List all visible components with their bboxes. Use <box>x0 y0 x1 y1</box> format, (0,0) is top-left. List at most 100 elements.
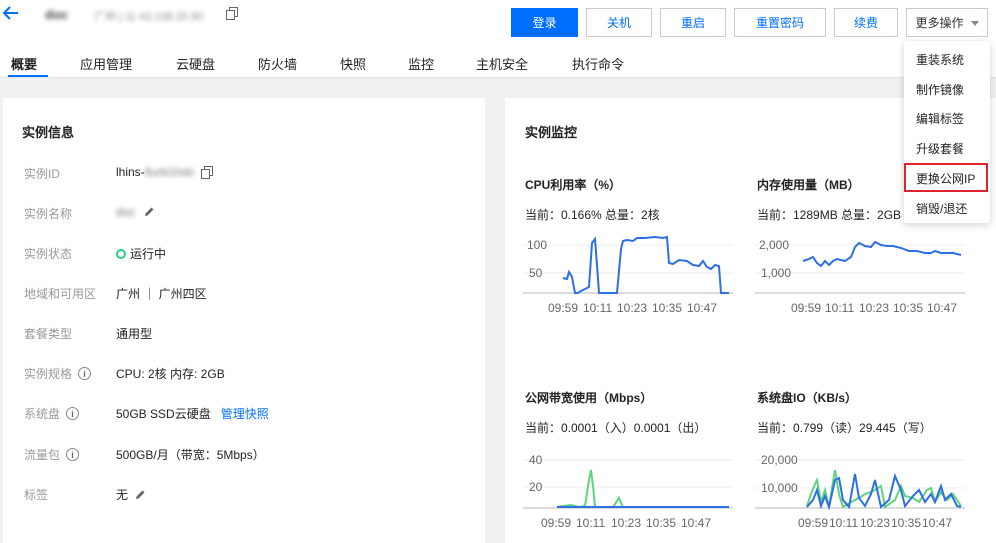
bandwidth-chart-current: 当前：0.0001（入）0.0001（出） <box>525 421 707 435</box>
cpu-tick-100: 100 <box>527 238 547 252</box>
info-value-region: 广州 ｜ 广州四区 <box>116 287 207 301</box>
info-value-traffic: 500GB/月（带宽：5Mbps） <box>116 448 265 462</box>
instance-info-title: 实例信息 <box>22 125 75 140</box>
cpu-x-1035: 10:35 <box>652 301 682 315</box>
system-disk-value: 50GB SSD云硬盘 <box>116 407 211 421</box>
cpu-tick-50: 50 <box>529 266 543 280</box>
bandwidth-chart-title: 公网带宽使用（Mbps） <box>525 391 653 405</box>
tab-snapshot[interactable]: 快照 <box>340 54 366 73</box>
info-value-system-disk: 50GB SSD云硬盘 管理快照 <box>116 405 269 422</box>
disk-io-chart-title: 系统盘IO（KB/s） <box>757 391 858 405</box>
tab-overview[interactable]: 概要 <box>11 54 37 73</box>
tab-monitor[interactable]: 监控 <box>408 54 434 73</box>
disk-io-x-0959: 09:59 <box>798 516 828 530</box>
reset-password-button[interactable]: 重置密码 <box>734 8 826 37</box>
disk-io-chart: 20,000 10,000 09:59 10:11 10:23 10:35 10… <box>755 453 965 530</box>
tab-run-command[interactable]: 执行命令 <box>572 54 624 73</box>
info-value-spec: CPU: 2核 内存: 2GB <box>116 367 225 381</box>
instance-monitor-title: 实例监控 <box>525 125 578 140</box>
copy-icon[interactable] <box>226 7 238 20</box>
menu-item-upgrade-plan[interactable]: 升级套餐 <box>916 140 964 157</box>
info-icon[interactable]: i <box>66 448 80 461</box>
info-label-system-disk: 系统盘 i <box>24 405 80 422</box>
instance-name: doc <box>45 7 69 22</box>
more-actions-menu: 重装系统 制作镜像 编辑标签 升级套餐 更换公网IP 销毁/退还 <box>904 41 990 223</box>
info-label-region: 地域和可用区 <box>24 287 97 301</box>
menu-item-create-image[interactable]: 制作镜像 <box>916 81 964 98</box>
shutdown-button[interactable]: 关机 <box>586 8 652 37</box>
menu-item-edit-tags[interactable]: 编辑标签 <box>916 110 964 127</box>
instance-info-card: 实例信息 实例ID lhins- 6urb1hdc 实例名称 doc 实例状态 … <box>3 98 485 543</box>
bandwidth-x-0959: 09:59 <box>541 516 571 530</box>
chevron-down-icon <box>970 21 979 26</box>
memory-chart-title: 内存使用量（MB） <box>757 178 860 192</box>
instance-name-value: doc <box>116 205 136 219</box>
info-value-tags: 无 <box>116 486 146 503</box>
menu-item-destroy-return[interactable]: 销毁/退还 <box>916 200 967 217</box>
info-label-status: 实例状态 <box>24 247 73 261</box>
disk-io-tick-10000: 10,000 <box>761 481 798 495</box>
edit-icon[interactable] <box>143 206 155 218</box>
cpu-x-1047: 10:47 <box>687 301 717 315</box>
disk-io-x-1011: 10:11 <box>829 516 858 530</box>
info-label-tags: 标签 <box>24 488 49 502</box>
instance-id-suffix: 6urb1hdc <box>144 165 195 179</box>
memory-tick-1000: 1,000 <box>761 266 791 280</box>
bandwidth-tick-40: 40 <box>529 453 543 467</box>
disk-io-x-1047: 10:47 <box>922 516 952 530</box>
status-running-icon <box>116 248 126 259</box>
highlight-box <box>904 163 988 192</box>
info-icon[interactable]: i <box>78 367 92 380</box>
cpu-usage-chart: 100 50 09:59 10:11 10:23 10:35 10:47 <box>523 235 733 315</box>
cpu-x-0959: 09:59 <box>548 301 578 315</box>
tab-bar: 概要 应用管理 云硬盘 防火墙 快照 监控 主机安全 执行命令 <box>0 44 996 78</box>
disk-io-chart-current: 当前：0.799（读）29.445（写） <box>757 421 932 435</box>
tab-firewall[interactable]: 防火墙 <box>258 54 297 73</box>
tab-app-management[interactable]: 应用管理 <box>80 54 132 73</box>
info-icon[interactable]: i <box>66 407 80 420</box>
bandwidth-tick-20: 20 <box>529 480 543 494</box>
memory-chart-current: 当前：1289MB 总量：2GB <box>757 208 902 222</box>
memory-x-0959: 09:59 <box>791 301 821 315</box>
more-actions-label: 更多操作 <box>915 16 964 30</box>
menu-item-reinstall-system[interactable]: 重装系统 <box>916 51 964 68</box>
tab-host-security[interactable]: 主机安全 <box>476 54 528 73</box>
cpu-chart-current: 当前：0.166% 总量：2核 <box>525 208 660 222</box>
cpu-chart-title: CPU利用率（%） <box>525 178 622 192</box>
instance-address: 广州 | 公 43.138.25.90 <box>94 11 204 23</box>
tab-cloud-disk[interactable]: 云硬盘 <box>176 54 215 73</box>
bandwidth-x-1047: 10:47 <box>681 516 711 530</box>
manage-snapshot-link[interactable]: 管理快照 <box>221 405 269 422</box>
login-button[interactable]: 登录 <box>511 8 578 37</box>
bandwidth-x-1023: 10:23 <box>611 516 641 530</box>
info-value-plan-type: 通用型 <box>116 327 153 341</box>
active-tab-indicator <box>8 75 48 77</box>
traffic-label-text: 流量包 <box>24 448 61 462</box>
disk-io-tick-20000: 20,000 <box>761 453 798 467</box>
top-bar: doc 广州 | 公 43.138.25.90 登录 关机 重启 重置密码 续费… <box>0 0 996 44</box>
info-label-id: 实例ID <box>24 167 61 181</box>
renew-button[interactable]: 续费 <box>834 8 898 37</box>
edit-icon[interactable] <box>134 489 146 501</box>
info-value-id: lhins- 6urb1hdc <box>116 165 213 179</box>
memory-x-1023: 10:23 <box>859 301 889 315</box>
instance-id-prefix: lhins- <box>116 165 145 179</box>
system-disk-label-text: 系统盘 <box>24 407 61 421</box>
cpu-x-1011: 10:11 <box>583 301 612 315</box>
bandwidth-in-line <box>556 469 729 509</box>
memory-usage-chart: 2,000 1,000 09:59 10:11 10:23 10:35 10:4… <box>755 238 965 315</box>
bandwidth-usage-chart: 40 20 09:59 10:11 10:23 10:35 10:47 <box>523 453 733 530</box>
info-label-spec: 实例规格 i <box>24 365 92 382</box>
info-value-status: 运行中 <box>116 245 166 262</box>
info-label-plan-type: 套餐类型 <box>24 327 73 341</box>
memory-series-line <box>802 240 962 268</box>
restart-button[interactable]: 重启 <box>660 8 726 37</box>
info-label-name: 实例名称 <box>24 207 73 221</box>
copy-icon[interactable] <box>200 165 213 179</box>
bandwidth-x-1011: 10:11 <box>576 516 605 530</box>
status-text: 运行中 <box>130 247 167 261</box>
back-arrow-icon[interactable] <box>2 4 20 22</box>
info-label-traffic: 流量包 i <box>24 446 80 463</box>
more-actions-button[interactable]: 更多操作 <box>906 8 988 37</box>
disk-io-x-1035: 10:35 <box>891 516 921 530</box>
